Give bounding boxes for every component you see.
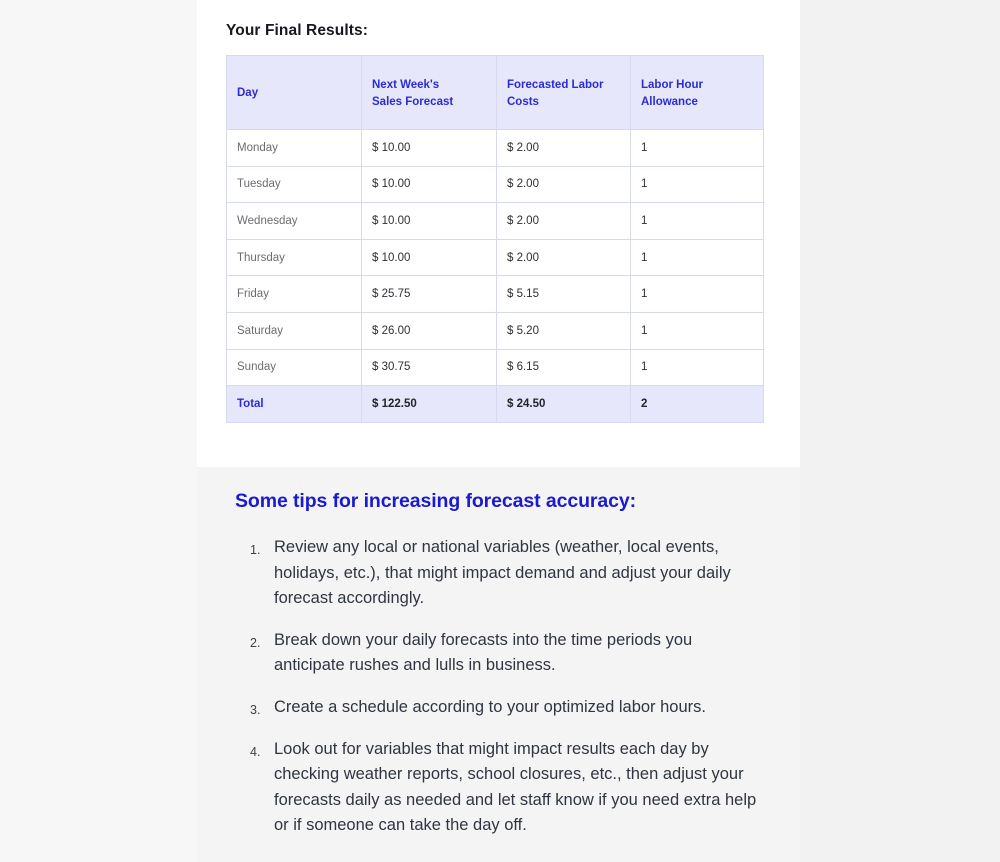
table-row: Saturday $ 26.00 $ 5.20 1 bbox=[226, 311, 764, 350]
right-gutter bbox=[800, 0, 1000, 862]
results-card-inner: Your Final Results: Day Next Week's Sale… bbox=[197, 0, 800, 424]
column-header-labor-costs: Forecasted Labor Costs bbox=[496, 55, 631, 130]
cell-hours: 1 bbox=[630, 165, 764, 204]
table-header-row: Day Next Week's Sales Forecast Forecaste… bbox=[226, 55, 764, 130]
column-header-labor-costs-label: Forecasted Labor Costs bbox=[507, 78, 604, 108]
list-item: Review any local or national variables (… bbox=[250, 538, 731, 608]
column-header-sales-forecast-label: Next Week's Sales Forecast bbox=[372, 78, 454, 108]
column-header-labor-hours-label: Labor Hour Allowance bbox=[641, 78, 703, 108]
table-head: Day Next Week's Sales Forecast Forecaste… bbox=[226, 55, 764, 130]
table-row: Sunday $ 30.75 $ 6.15 1 bbox=[226, 348, 764, 387]
table-row: Tuesday $ 10.00 $ 2.00 1 bbox=[226, 165, 764, 204]
cell-forecast: $ 26.00 bbox=[361, 311, 497, 350]
table-row: Monday $ 10.00 $ 2.00 1 bbox=[226, 129, 764, 167]
results-card: Your Final Results: Day Next Week's Sale… bbox=[197, 0, 800, 467]
tips-heading: Some tips for increasing forecast accura… bbox=[235, 490, 637, 512]
column-header-day-label: Day bbox=[237, 87, 259, 100]
column-header-sales-forecast: Next Week's Sales Forecast bbox=[361, 55, 497, 130]
cell-forecast: $ 10.00 bbox=[361, 238, 497, 277]
cell-total-hours: 2 bbox=[630, 385, 764, 424]
cell-day: Thursday bbox=[226, 238, 362, 277]
table-body: Monday $ 10.00 $ 2.00 1 Tuesday $ 10.00 … bbox=[226, 129, 764, 424]
page-title: Your Final Results: bbox=[226, 22, 368, 39]
cell-day: Monday bbox=[226, 129, 362, 167]
cell-day: Friday bbox=[226, 275, 362, 313]
results-table: Day Next Week's Sales Forecast Forecaste… bbox=[226, 55, 764, 424]
table-total-row: Total $ 122.50 $ 24.50 2 bbox=[226, 385, 764, 424]
cell-hours: 1 bbox=[630, 238, 764, 277]
cell-forecast: $ 10.00 bbox=[361, 202, 497, 240]
cell-cost: $ 5.20 bbox=[496, 311, 631, 350]
cell-forecast: $ 10.00 bbox=[361, 165, 497, 204]
cell-day: Sunday bbox=[226, 348, 362, 387]
column-header-day: Day bbox=[226, 55, 362, 130]
cell-forecast: $ 25.75 bbox=[361, 275, 497, 313]
list-item: Create a schedule according to your opti… bbox=[250, 697, 706, 723]
tips-list: Review any local or national variables (… bbox=[235, 535, 762, 839]
cell-forecast: $ 10.00 bbox=[361, 129, 497, 167]
table-row: Thursday $ 10.00 $ 2.00 1 bbox=[226, 238, 764, 277]
left-gutter bbox=[0, 0, 197, 862]
cell-total-label: Total bbox=[226, 385, 362, 424]
tips-section: Some tips for increasing forecast accura… bbox=[197, 467, 800, 855]
cell-day: Tuesday bbox=[226, 165, 362, 204]
cell-cost: $ 2.00 bbox=[496, 129, 631, 167]
list-item: Look out for variables that might impact… bbox=[250, 739, 757, 835]
cell-day: Saturday bbox=[226, 311, 362, 350]
column-header-labor-hours: Labor Hour Allowance bbox=[630, 55, 764, 130]
cell-cost: $ 2.00 bbox=[496, 165, 631, 204]
cell-forecast: $ 30.75 bbox=[361, 348, 497, 387]
cell-cost: $ 2.00 bbox=[496, 238, 631, 277]
page-root: Your Final Results: Day Next Week's Sale… bbox=[0, 0, 1000, 862]
cell-hours: 1 bbox=[630, 202, 764, 240]
cell-total-cost: $ 24.50 bbox=[496, 385, 631, 424]
table-row: Friday $ 25.75 $ 5.15 1 bbox=[226, 275, 764, 313]
cell-cost: $ 6.15 bbox=[496, 348, 631, 387]
list-item: Break down your daily forecasts into the… bbox=[250, 630, 693, 675]
table-row: Wednesday $ 10.00 $ 2.00 1 bbox=[226, 202, 764, 240]
cell-cost: $ 5.15 bbox=[496, 275, 631, 313]
cell-hours: 1 bbox=[630, 311, 764, 350]
cell-total-forecast: $ 122.50 bbox=[361, 385, 497, 424]
cell-hours: 1 bbox=[630, 129, 764, 167]
cell-hours: 1 bbox=[630, 275, 764, 313]
cell-hours: 1 bbox=[630, 348, 764, 387]
cell-cost: $ 2.00 bbox=[496, 202, 631, 240]
cell-day: Wednesday bbox=[226, 202, 362, 240]
